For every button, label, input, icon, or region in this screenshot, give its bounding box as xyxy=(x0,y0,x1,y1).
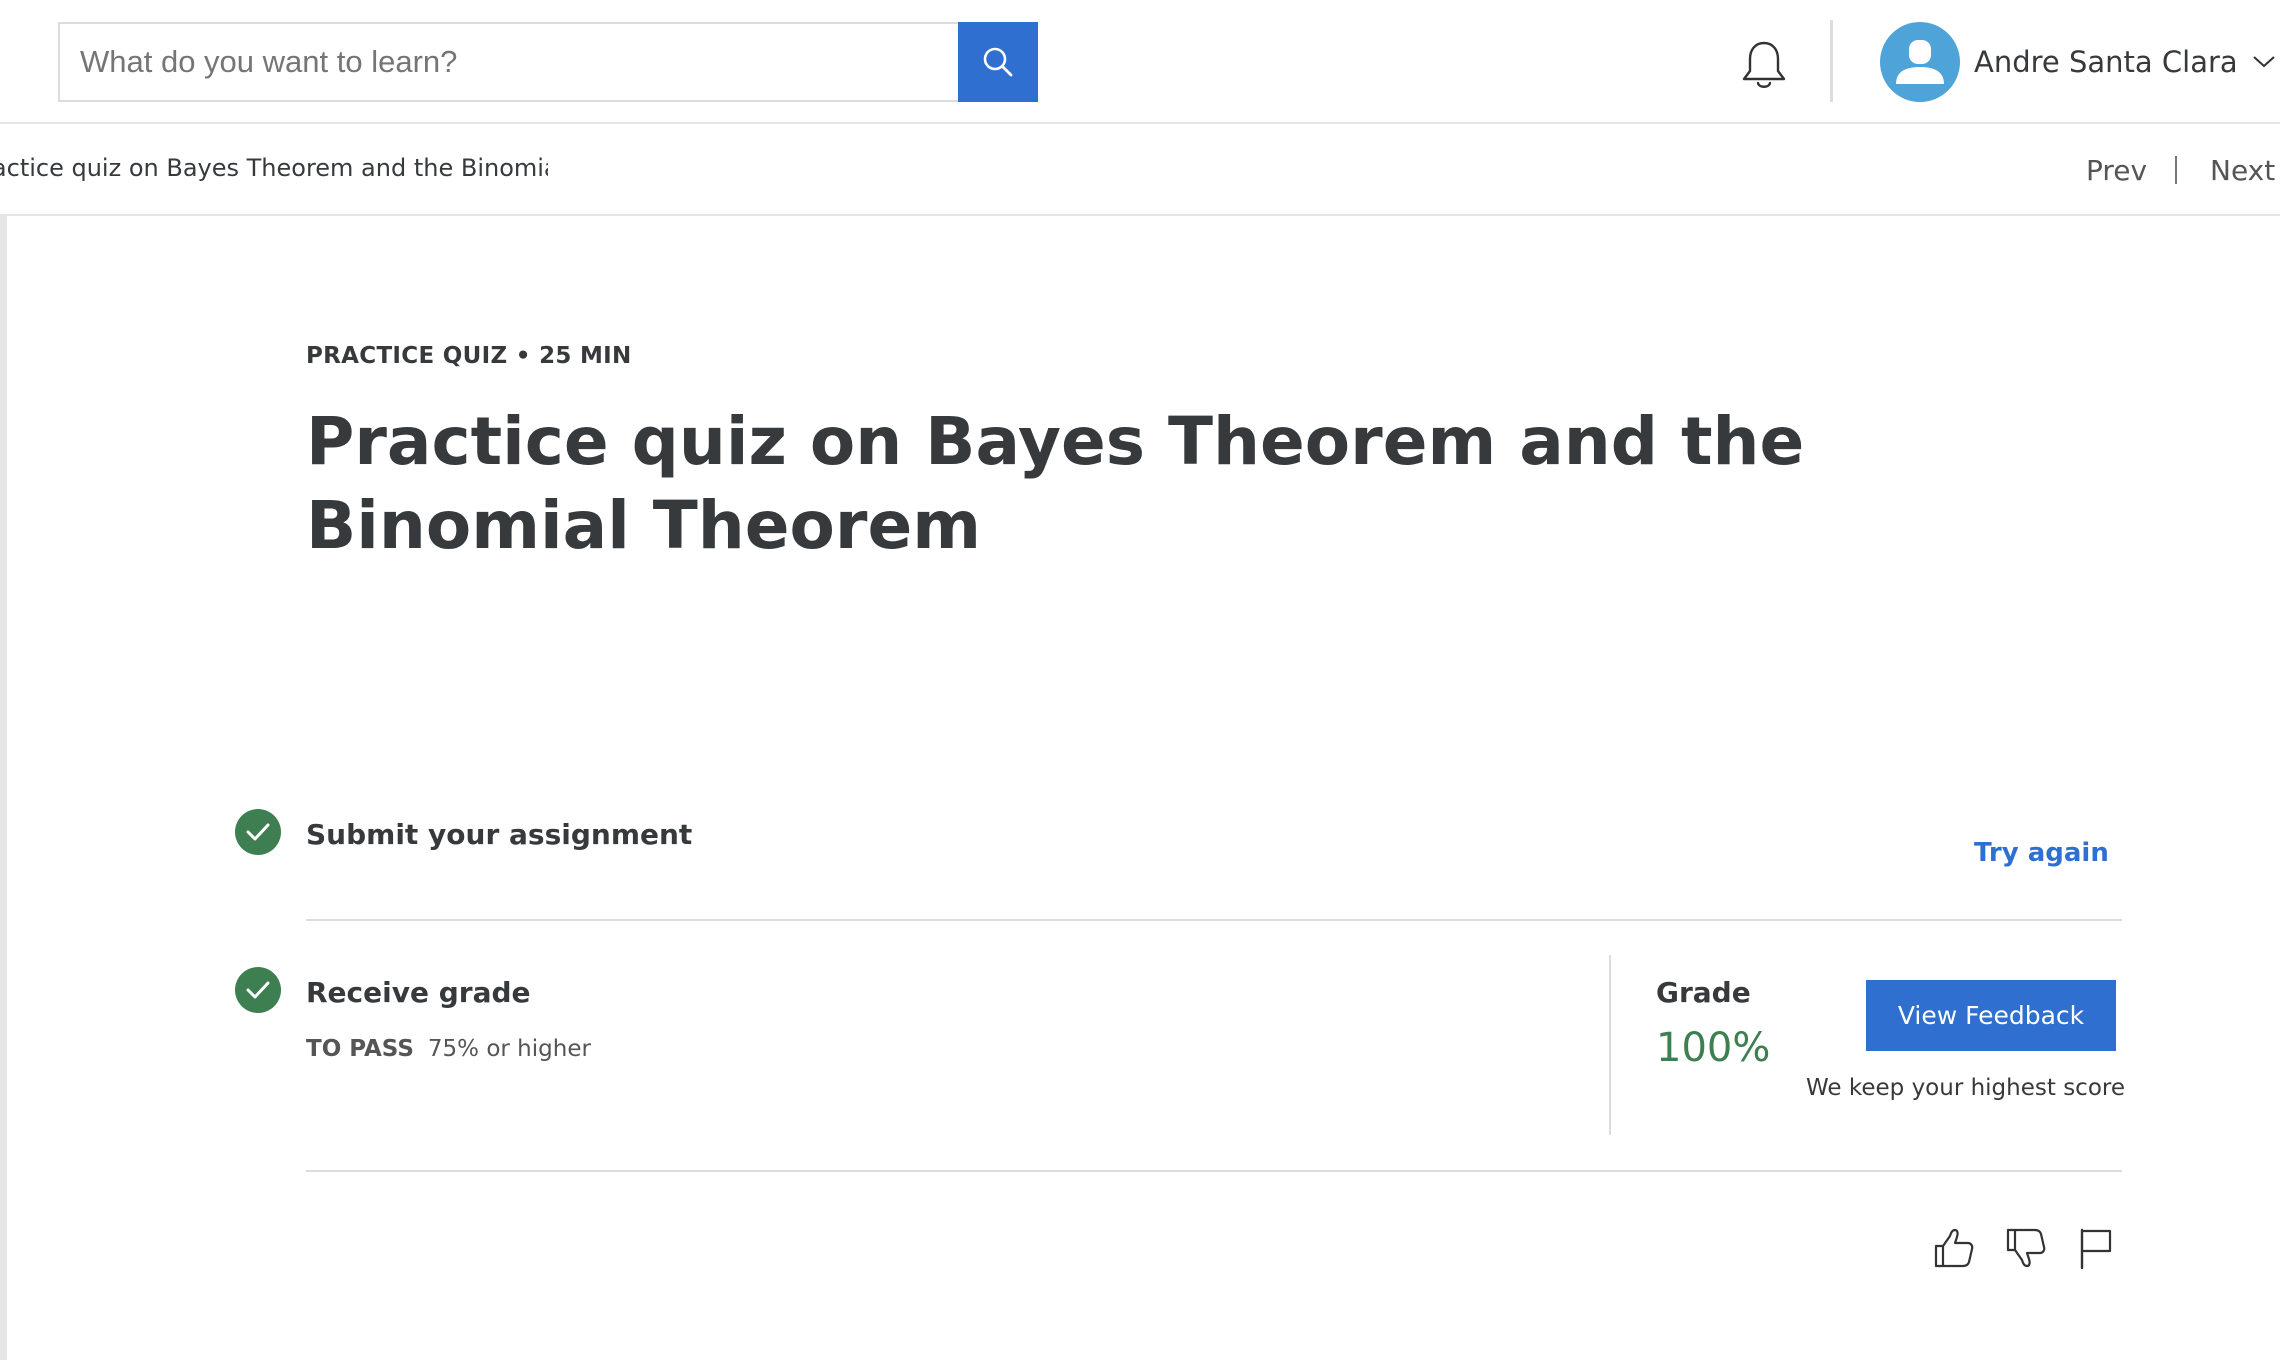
user-icon xyxy=(1896,40,1944,84)
flag-icon xyxy=(2080,1228,2112,1270)
view-feedback-button[interactable]: View Feedback xyxy=(1866,980,2116,1051)
grade-label: Grade xyxy=(1656,976,1751,1009)
pass-label: TO PASS xyxy=(306,1036,414,1062)
breadcrumb: Practice quiz on Bayes Theorem and the B… xyxy=(0,154,548,182)
search-input[interactable] xyxy=(60,24,958,100)
page-title: Practice quiz on Bayes Theorem and the B… xyxy=(306,403,1805,564)
try-again-link[interactable]: Try again xyxy=(1974,838,2109,868)
nav-divider xyxy=(2175,156,2177,184)
search-icon xyxy=(983,47,1013,77)
divider xyxy=(306,1170,2122,1172)
chevron-down-icon xyxy=(2252,55,2276,69)
dislike-button[interactable] xyxy=(2000,1222,2052,1274)
step-submit-title: Submit your assignment xyxy=(306,818,693,851)
sidebar-edge xyxy=(0,216,7,1360)
prev-link[interactable]: Prev xyxy=(2086,154,2147,187)
step-grade-title: Receive grade xyxy=(306,976,531,1009)
report-button[interactable] xyxy=(2070,1222,2122,1274)
like-button[interactable] xyxy=(1928,1222,1980,1274)
item-type-label: PRACTICE QUIZ • 25 MIN xyxy=(306,343,632,369)
search-box xyxy=(58,22,958,102)
check-icon xyxy=(235,967,281,1013)
score-note: We keep your highest score xyxy=(1806,1075,2126,1101)
header-divider xyxy=(1830,20,1833,102)
bell-icon xyxy=(1742,41,1786,88)
check-icon xyxy=(235,809,281,855)
pass-value: 75% or higher xyxy=(427,1036,591,1062)
grade-divider xyxy=(1609,955,1611,1135)
avatar xyxy=(1880,22,1960,102)
item-nav-bar: Practice quiz on Bayes Theorem and the B… xyxy=(0,126,2280,216)
top-header: Andre Santa Clara xyxy=(0,0,2280,124)
pass-requirement: TO PASS 75% or higher xyxy=(306,1036,591,1062)
user-name: Andre Santa Clara xyxy=(1974,45,2238,79)
divider xyxy=(306,919,2122,921)
notifications-button[interactable] xyxy=(1738,38,1790,94)
thumbs-up-icon xyxy=(1934,1228,1974,1268)
user-menu[interactable]: Andre Santa Clara xyxy=(1880,20,2276,104)
grade-value: 100% xyxy=(1656,1025,1771,1071)
search-button[interactable] xyxy=(958,22,1038,102)
thumbs-down-icon xyxy=(2006,1228,2046,1268)
next-link[interactable]: Next xyxy=(2210,154,2275,187)
